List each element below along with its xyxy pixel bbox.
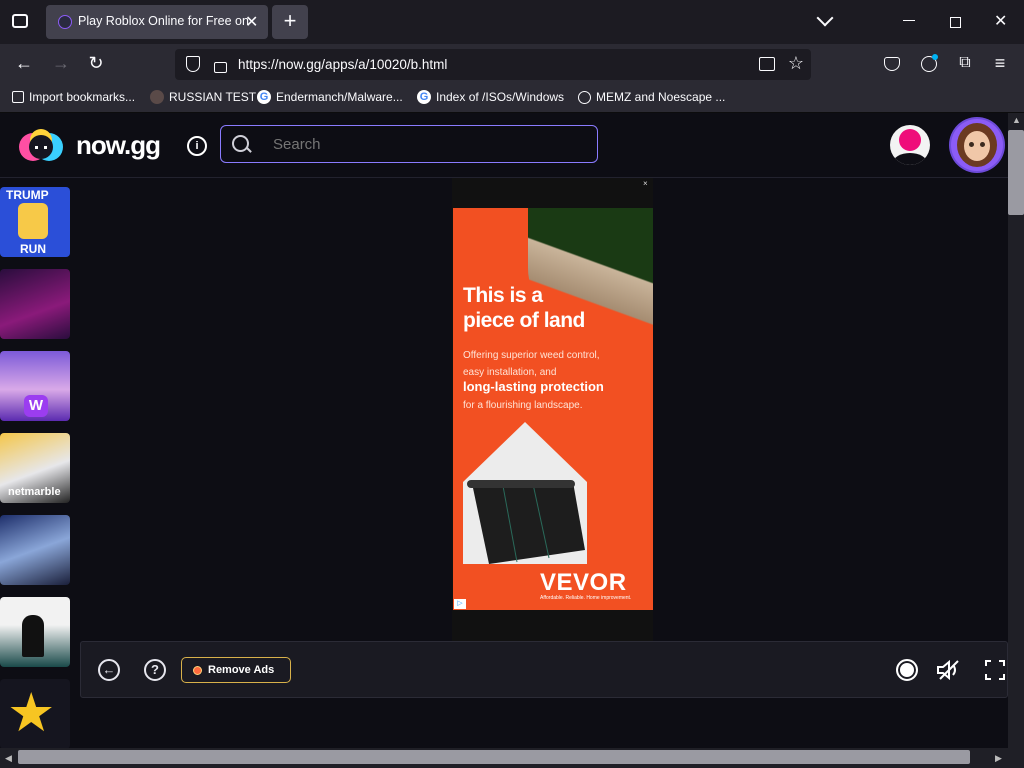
game-tile-w-girl[interactable]: W	[0, 351, 70, 421]
ninja-silhouette-icon	[22, 615, 44, 657]
remove-ads-button[interactable]: Remove Ads	[181, 657, 291, 683]
game-tile-label: TRUMP	[6, 188, 49, 202]
notification-dot	[932, 54, 938, 60]
bookmark-import[interactable]: Import bookmarks...	[12, 90, 135, 104]
ad-headline: This is a piece of land	[463, 284, 585, 332]
window-close-icon[interactable]: ✕	[994, 11, 1007, 31]
ad-close-icon[interactable]: ×	[643, 179, 648, 188]
remove-ads-label: Remove Ads	[208, 664, 275, 676]
bookmark-endermanch[interactable]: G Endermanch/Malware...	[257, 90, 403, 104]
bookmark-label: MEMZ and Noescape ...	[596, 90, 726, 104]
ad-tagline: Affordable. Reliable. Home improvement.	[540, 595, 632, 601]
bookmark-star-icon[interactable]: ☆	[785, 52, 807, 74]
google-icon: G	[417, 90, 431, 104]
vertical-scroll-thumb[interactable]	[1008, 130, 1024, 215]
lock-icon[interactable]	[214, 62, 227, 73]
record-icon[interactable]	[896, 659, 918, 681]
adchoices-icon[interactable]: ▷	[454, 599, 466, 609]
headphones-icon	[150, 90, 164, 104]
bookmark-index-isos[interactable]: G Index of /ISOs/Windows	[417, 90, 564, 104]
reload-icon[interactable]: ↻	[85, 52, 107, 74]
star-icon: ★	[7, 683, 56, 743]
ad-banner[interactable]: This is a piece of land Offering superior…	[453, 208, 653, 610]
ad-body-bold: long-lasting protection	[463, 379, 604, 394]
extensions-icon[interactable]: ⧉	[954, 52, 976, 74]
restore-icon[interactable]	[950, 17, 961, 28]
tab-active[interactable]: Play Roblox Online for Free on PC ✕	[46, 5, 268, 39]
info-icon[interactable]: i	[187, 136, 207, 156]
game-tile-star-game[interactable]: ★	[0, 679, 70, 749]
tab-list-icon[interactable]	[12, 14, 28, 28]
tab-title: Play Roblox Online for Free on PC	[78, 14, 253, 28]
game-tile-shadow-fight[interactable]	[0, 597, 70, 667]
shield-icon[interactable]	[186, 56, 200, 72]
fullscreen-icon[interactable]	[985, 660, 1005, 680]
minimize-icon[interactable]	[903, 20, 915, 21]
nowgg-favicon-icon	[58, 15, 72, 29]
user-avatar[interactable]	[890, 125, 930, 165]
game-tile-label: RUN	[20, 242, 46, 256]
nowgg-logo-icon[interactable]	[16, 128, 66, 162]
bookmark-label: Endermanch/Malware...	[276, 90, 403, 104]
bookmark-label: Import bookmarks...	[29, 90, 136, 104]
ad-brand: VEVOR	[540, 569, 627, 596]
game-tile-dark-hero[interactable]	[0, 515, 70, 585]
url-text[interactable]: https://now.gg/apps/a/10020/b.html	[238, 57, 447, 72]
game-character-icon	[18, 203, 48, 239]
game-tile-label: W	[24, 395, 48, 417]
mute-icon[interactable]	[936, 660, 962, 680]
bookmark-memz[interactable]: MEMZ and Noescape ...	[578, 90, 725, 104]
help-icon[interactable]: ?	[144, 659, 166, 681]
ad-body: for a flourishing landscape.	[463, 400, 583, 411]
picture-in-picture-icon[interactable]	[759, 57, 775, 71]
scroll-left-arrow-icon[interactable]: ◀	[5, 753, 12, 764]
back-arrow-icon[interactable]: ←	[98, 659, 120, 681]
globe-icon	[578, 90, 591, 104]
ad-body: Offering superior weed control, easy inst…	[463, 350, 600, 378]
logo-text[interactable]: now.gg	[76, 130, 161, 161]
bookmark-label: Index of /ISOs/Windows	[436, 90, 565, 104]
ad-house-image	[463, 422, 587, 564]
tab-close-icon[interactable]: ✕	[245, 12, 258, 32]
import-icon	[12, 91, 24, 103]
back-icon[interactable]: ←	[13, 52, 35, 74]
coin-icon	[193, 665, 202, 675]
bookmark-russian-test[interactable]: RUSSIAN TEST	[150, 90, 256, 104]
menu-icon[interactable]: ≡	[989, 52, 1011, 74]
forward-icon[interactable]: →	[50, 52, 72, 74]
game-tile-trump-run[interactable]: TRUMP RUN	[0, 187, 70, 257]
bookmark-label: RUSSIAN TEST	[169, 90, 257, 104]
google-icon: G	[257, 90, 271, 104]
new-tab-button[interactable]: +	[272, 5, 308, 39]
game-tile-label: netmarble	[8, 486, 61, 498]
search-input[interactable]	[273, 136, 573, 153]
scroll-right-arrow-icon[interactable]: ▶	[995, 753, 1002, 764]
scroll-up-arrow-icon[interactable]: ▲	[1012, 115, 1021, 125]
profile-avatar[interactable]	[951, 119, 1003, 171]
horizontal-scroll-thumb[interactable]	[18, 750, 970, 764]
search-icon	[232, 135, 249, 152]
game-tile-anime-fighter[interactable]	[0, 269, 70, 339]
game-tile-netmarble[interactable]: netmarble	[0, 433, 70, 503]
